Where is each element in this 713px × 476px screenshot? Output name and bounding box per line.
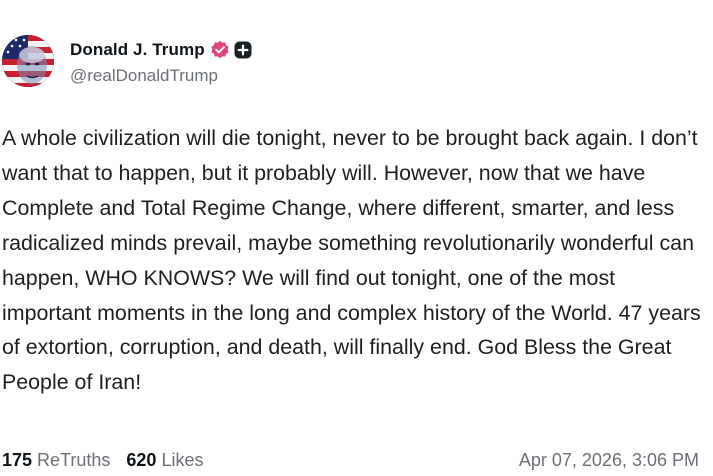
display-name[interactable]: Donald J. Trump xyxy=(70,40,205,60)
likes-stat[interactable]: 620 Likes xyxy=(126,450,203,471)
user-handle[interactable]: @realDonaldTrump xyxy=(70,66,252,86)
avatar-flag-portrait-icon xyxy=(2,35,54,87)
retruths-stat[interactable]: 175 ReTruths xyxy=(2,450,110,471)
likes-count: 620 xyxy=(126,449,157,470)
name-row: Donald J. Trump xyxy=(70,37,252,63)
post-footer: 175 ReTruths 620 Likes Apr 07, 2026, 3:0… xyxy=(2,447,699,473)
retruths-label: ReTruths xyxy=(37,449,111,470)
plus-icon xyxy=(234,41,252,59)
retruths-count: 175 xyxy=(2,449,33,470)
truth-post: Donald J. Trump @realDonaldTrump A whole… xyxy=(0,0,713,476)
verified-check-icon xyxy=(210,40,230,60)
post-header: Donald J. Trump @realDonaldTrump xyxy=(2,35,252,87)
user-names: Donald J. Trump @realDonaldTrump xyxy=(70,37,252,86)
post-body-text: A whole civilization will die tonight, n… xyxy=(2,126,701,395)
avatar[interactable] xyxy=(2,35,54,87)
likes-label: Likes xyxy=(161,449,204,470)
post-timestamp[interactable]: Apr 07, 2026, 3:06 PM xyxy=(519,450,699,471)
